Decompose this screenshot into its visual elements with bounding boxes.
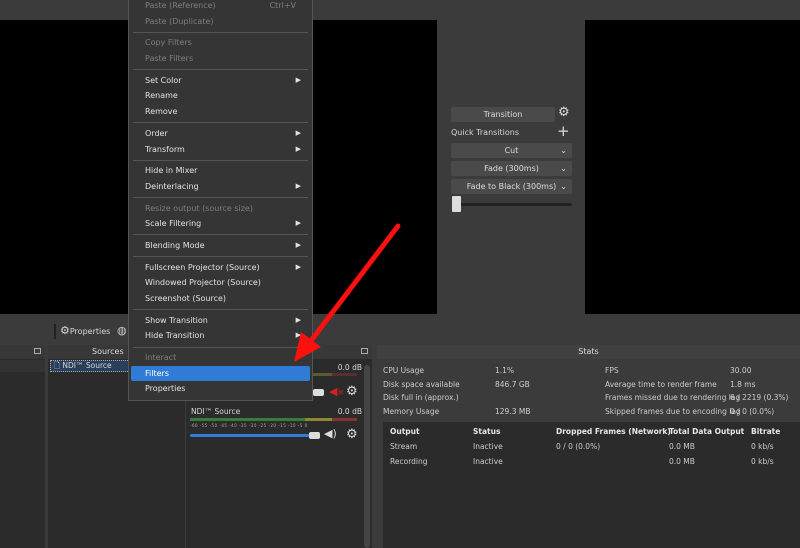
annotation-arrow-icon — [294, 223, 401, 362]
